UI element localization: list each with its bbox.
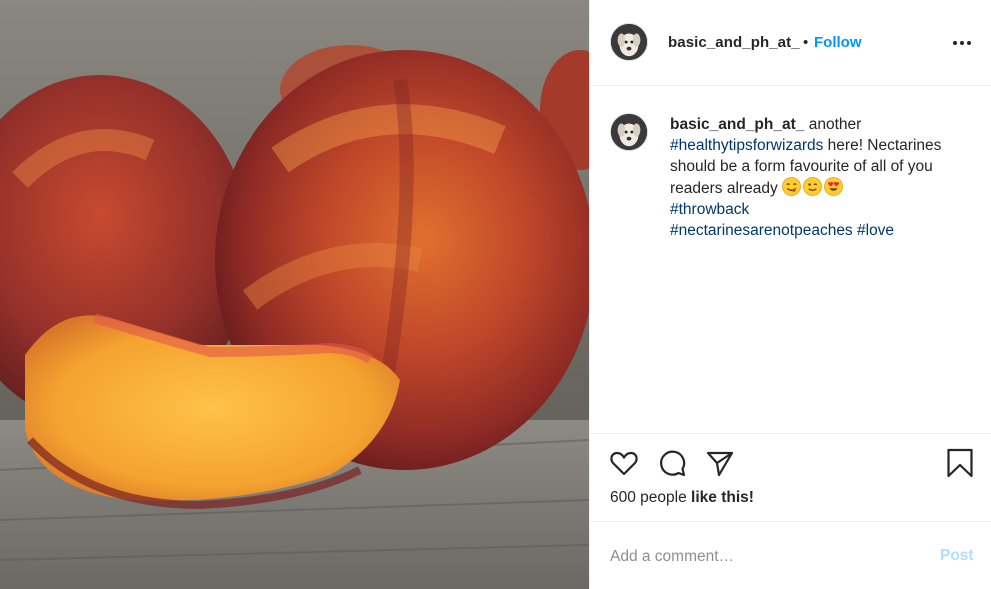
header-separator: • <box>803 34 809 51</box>
caption-username[interactable]: basic_and_ph_at_ <box>670 116 804 133</box>
post-photo[interactable] <box>0 0 589 589</box>
hashtag-link[interactable]: #throwback <box>670 201 749 218</box>
send-icon[interactable] <box>705 448 735 478</box>
comment-icon[interactable] <box>657 448 687 478</box>
avatar[interactable] <box>610 23 648 61</box>
likes-suffix: like this! <box>691 489 754 506</box>
hashtag-link[interactable]: #healthytipsforwizards <box>670 137 823 154</box>
header-username[interactable]: basic_and_ph_at_ <box>668 34 800 51</box>
follow-button[interactable]: Follow <box>814 34 862 51</box>
yum-face-emoji-icon <box>782 177 801 196</box>
likes-count[interactable]: 600 people like this! <box>610 489 754 507</box>
post-comment-button[interactable]: Post <box>940 547 974 565</box>
likes-count-value: 600 people <box>610 489 687 506</box>
comment-input[interactable] <box>610 544 920 570</box>
caption-avatar[interactable] <box>610 113 648 151</box>
post-caption: basic_and_ph_at_ another #healthytipsfor… <box>590 86 991 434</box>
bookmark-icon[interactable] <box>945 448 975 478</box>
caption-text-part: another <box>804 116 862 133</box>
post-actions: 600 people like this! <box>590 434 991 522</box>
dog-avatar-icon <box>611 24 647 60</box>
hashtag-link[interactable]: #love <box>857 222 894 239</box>
wink-face-emoji-icon <box>803 177 822 196</box>
heart-icon[interactable] <box>609 448 639 478</box>
more-horizontal-icon[interactable] <box>952 36 972 50</box>
post-header: basic_and_ph_at_ • Follow <box>590 0 991 86</box>
heart-eyes-face-emoji-icon <box>824 177 843 196</box>
post-sidebar: basic_and_ph_at_ • Follow basic_and_ph_a… <box>589 0 991 589</box>
dog-avatar-icon <box>611 114 647 150</box>
hashtag-link[interactable]: #nectarinesarenotpeaches <box>670 222 853 239</box>
caption-text: basic_and_ph_at_ another #healthytipsfor… <box>670 114 970 241</box>
nectarines-photo <box>0 0 589 589</box>
